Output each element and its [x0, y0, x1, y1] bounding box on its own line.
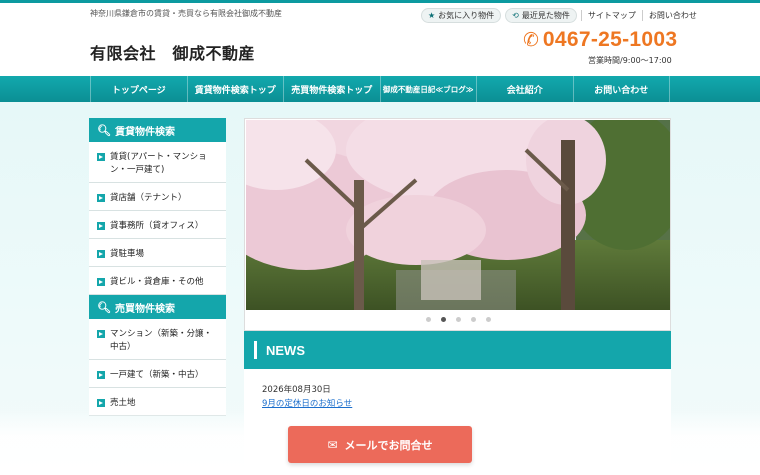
sale-search-title: 売買物件検索 [114, 303, 175, 315]
news-header-bar [254, 341, 257, 359]
nav-blog[interactable]: 御成不動産日記≪ブログ≫ [379, 76, 477, 102]
arrow-bullet-icon [97, 371, 105, 379]
sidebar-item-rent-parking[interactable]: 貸駐車場 [89, 239, 226, 267]
news-date: 2026年08月30日 [262, 385, 331, 395]
star-icon: ★ [428, 10, 436, 20]
sidebar-item-label: 賃貸(アパート・マンション・一戸建て) [110, 152, 207, 175]
slider-dot-active[interactable] [441, 317, 446, 322]
rent-search-header: 🔍︎ 賃貸物件検索 [89, 118, 226, 142]
sidebar-item-rent-store[interactable]: 貸店舗（テナント） [89, 183, 226, 211]
search-icon: 🔍︎ [97, 123, 111, 137]
phone-icon: ✆ [523, 29, 539, 51]
hero-slider[interactable] [244, 118, 671, 331]
arrow-bullet-icon [97, 222, 105, 230]
sidebar-item-rent-building[interactable]: 貸ビル・貸倉庫・その他 [89, 267, 226, 295]
sidebar-item-sale-mansion[interactable]: マンション（新築・分譲・中古） [89, 319, 226, 360]
history-icon: ⟲ [512, 10, 519, 20]
mail-contact-label: メールでお問合せ [344, 438, 433, 452]
nav-top[interactable]: トップページ [90, 76, 187, 102]
nav-rent-search[interactable]: 賃貸物件検索トップ [186, 76, 284, 102]
arrow-bullet-icon [97, 330, 105, 338]
arrow-bullet-icon [97, 278, 105, 286]
news-link[interactable]: 9月の定休日のお知らせ [262, 397, 653, 409]
search-icon: 🔍︎ [97, 300, 111, 314]
slider-dot[interactable] [456, 317, 461, 322]
slider-dot[interactable] [426, 317, 431, 322]
arrow-bullet-icon [97, 250, 105, 258]
news-title: NEWS [266, 342, 305, 358]
arrow-bullet-icon [97, 399, 105, 407]
favorites-label: お気に入り物件 [438, 10, 495, 20]
sidebar-item-rent-residential[interactable]: 賃貸(アパート・マンション・一戸建て) [89, 142, 226, 183]
utility-links: ★ お気に入り物件 ⟲ 最近見た物件 サイトマップ お問い合わせ [421, 7, 703, 23]
news-header: NEWS [244, 331, 671, 369]
mail-contact-button[interactable]: ✉ メールでお問合せ [288, 426, 472, 463]
nav-contact[interactable]: お問い合わせ [572, 76, 670, 102]
sidebar-item-label: 貸駐車場 [110, 249, 145, 259]
arrow-bullet-icon [97, 153, 105, 161]
mail-icon: ✉ [327, 437, 338, 452]
top-accent-bar [0, 0, 760, 3]
contact-link[interactable]: お問い合わせ [641, 9, 703, 21]
business-hours: 営業時間/9:00～17:00 [588, 56, 672, 65]
slider-dots [245, 317, 670, 322]
nav-company[interactable]: 会社紹介 [476, 76, 573, 102]
recent-label: 最近見た物件 [521, 10, 570, 20]
favorites-button[interactable]: ★ お気に入り物件 [421, 7, 502, 23]
sidebar-item-sale-house[interactable]: 一戸建て（新築・中古） [89, 360, 226, 388]
sidebar-item-rent-office[interactable]: 貸事務所（貸オフィス） [89, 211, 226, 239]
sidebar-item-label: 貸店舗（テナント） [110, 193, 187, 203]
sidebar-item-label: 貸ビル・貸倉庫・その他 [110, 277, 204, 287]
sidebar: 🔍︎ 賃貸物件検索 賃貸(アパート・マンション・一戸建て) 貸店舗（テナント） … [89, 118, 226, 416]
sitemap-link[interactable]: サイトマップ [580, 9, 642, 21]
sidebar-item-label: 一戸建て（新築・中古） [110, 370, 204, 380]
recent-button[interactable]: ⟲ 最近見た物件 [505, 7, 577, 23]
sale-search-header: 🔍︎ 売買物件検索 [89, 295, 226, 319]
arrow-bullet-icon [97, 194, 105, 202]
phone-number[interactable]: ✆ 0467-25-1003 [523, 28, 677, 52]
sidebar-item-label: マンション（新築・分譲・中古） [110, 329, 213, 352]
phone-number-text: 0467-25-1003 [542, 28, 678, 51]
cherry-blossom-photo [246, 120, 670, 310]
rent-search-title: 賃貸物件検索 [114, 126, 175, 138]
sidebar-item-label: 貸事務所（貸オフィス） [110, 221, 204, 231]
company-logo-text[interactable]: 有限会社 御成不動産 [90, 40, 255, 64]
nav-sale-search[interactable]: 売買物件検索トップ [283, 76, 380, 102]
global-nav: トップページ 賃貸物件検索トップ 売買物件検索トップ 御成不動産日記≪ブログ≫ … [0, 76, 760, 102]
site-tagline: 神奈川県鎌倉市の賃貸・売買なら有限会社御成不動産 [90, 9, 282, 18]
slider-dot[interactable] [486, 317, 491, 322]
sidebar-item-label: 売土地 [110, 398, 136, 408]
slider-dot[interactable] [471, 317, 476, 322]
